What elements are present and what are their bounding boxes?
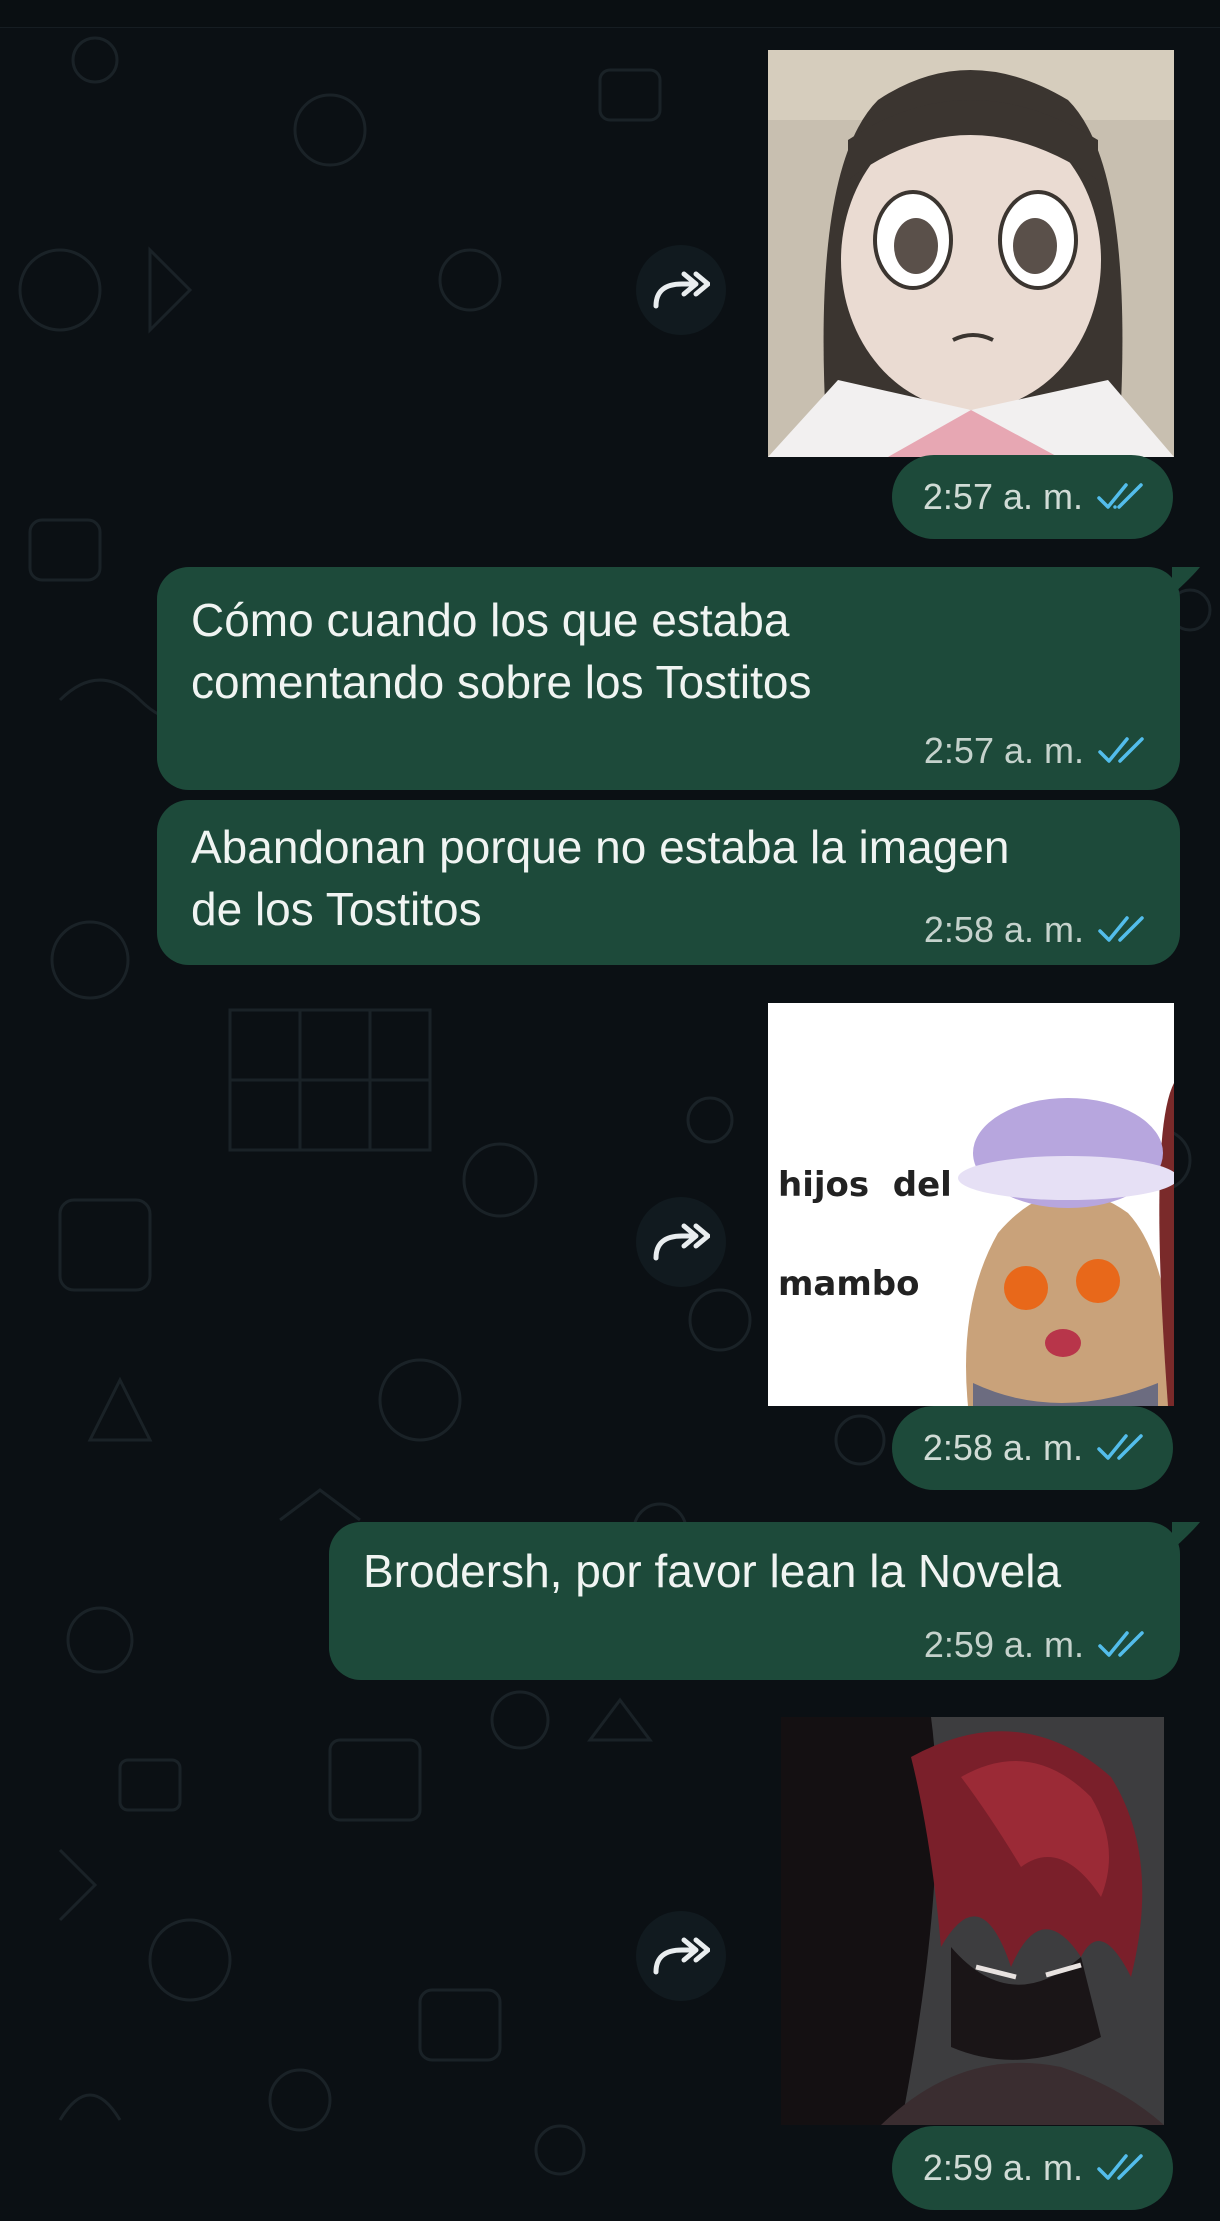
forward-icon (653, 1937, 710, 1975)
sticker-caption-line2: mambo (778, 1264, 920, 1304)
forward-icon (653, 1223, 710, 1261)
forward-icon (653, 271, 710, 309)
time-label: 2:57 a. m. (922, 476, 1083, 517)
double-check-icon (1097, 483, 1143, 509)
double-check-icon (1097, 1434, 1143, 1460)
bubble-tail (1172, 567, 1200, 595)
message-time: 2:57 a. m. (892, 455, 1173, 539)
double-check-icon (1098, 916, 1144, 942)
message-time: 2:58 a. m. (892, 1406, 1173, 1490)
hijos-del-mambo-sticker[interactable]: hijos del mambo (768, 1003, 1174, 1406)
message-text: Cómo cuando los que estaba comentando so… (191, 594, 812, 708)
message-time: 2:59 a. m. (892, 2126, 1173, 2210)
dark-red-hair-character-sticker[interactable] (781, 1717, 1164, 2125)
time-label: 2:58 a. m. (922, 1427, 1083, 1468)
sticker-caption-line1: hijos del (778, 1165, 952, 1205)
message-meta: 2:59 a. m. (924, 1624, 1150, 1666)
chat-conversation[interactable]: 2:57 a. m. Cómo cuando los que estaba co… (0, 0, 1220, 2221)
message-text: Brodersh, por favor lean la Novela (363, 1545, 1062, 1597)
double-check-icon (1098, 1631, 1144, 1657)
message-meta: 2:57 a. m. (924, 730, 1150, 772)
message-text: Abandonan porque no estaba la imagen de … (191, 821, 1010, 935)
time-label: 2:59 a. m. (923, 1624, 1084, 1665)
double-check-icon (1098, 737, 1144, 763)
anime-girl-sticker[interactable] (768, 50, 1174, 457)
status-bar-edge (0, 0, 1220, 28)
double-check-icon (1097, 2154, 1143, 2180)
message-bubble[interactable]: Brodersh, por favor lean la Novela 2:59 … (329, 1522, 1180, 1680)
forward-button[interactable] (636, 245, 726, 335)
forward-button[interactable] (636, 1911, 726, 2001)
forward-button[interactable] (636, 1197, 726, 1287)
time-label: 2:59 a. m. (922, 2147, 1083, 2188)
time-label: 2:58 a. m. (923, 909, 1084, 950)
bubble-tail (1172, 1522, 1200, 1550)
message-bubble[interactable]: Abandonan porque no estaba la imagen de … (157, 800, 1180, 965)
time-label: 2:57 a. m. (923, 730, 1084, 771)
message-meta: 2:58 a. m. (924, 909, 1150, 951)
message-bubble[interactable]: Cómo cuando los que estaba comentando so… (157, 567, 1180, 790)
